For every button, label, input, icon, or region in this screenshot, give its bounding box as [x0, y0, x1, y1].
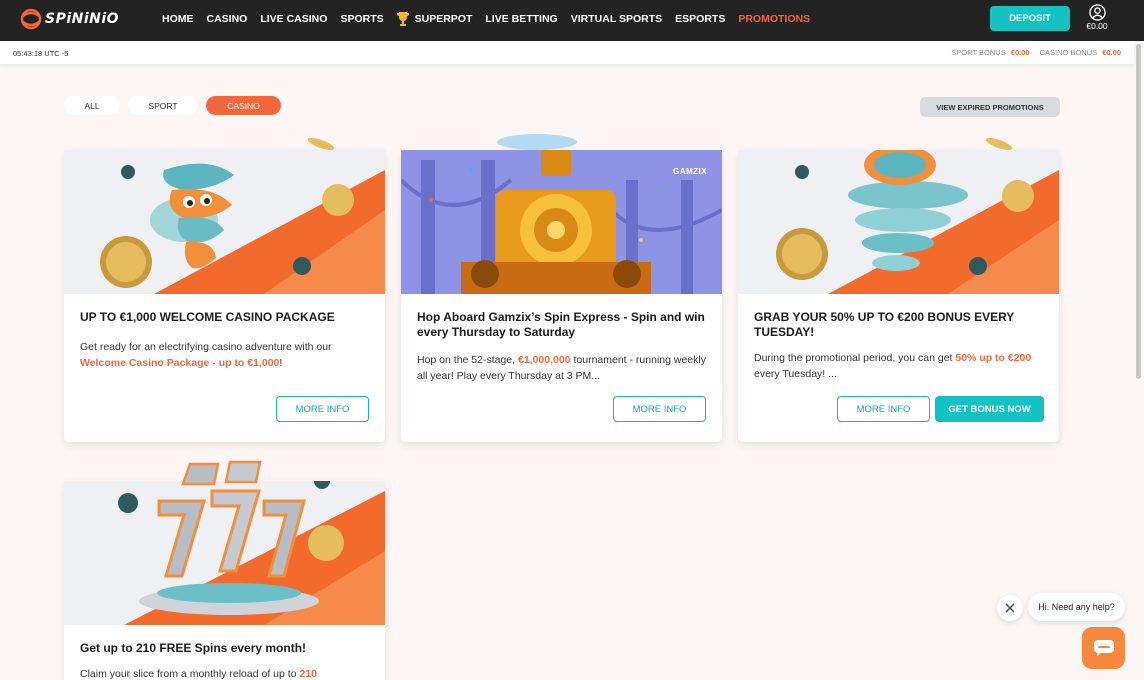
page-scrollbar[interactable] — [1136, 44, 1141, 379]
coin-decor-icon — [307, 137, 335, 151]
trophy-icon — [396, 11, 409, 26]
promo-description-text: Claim your slice from a monthly reload o… — [80, 668, 300, 680]
user-icon — [1088, 4, 1106, 21]
more-info-button[interactable]: MORE INFO — [276, 396, 369, 422]
nav-live-betting[interactable]: LIVE BETTING — [485, 13, 557, 25]
nav-promotions[interactable]: PROMOTIONS — [738, 13, 810, 25]
promo-description-tail: every Tuesday! ... — [754, 368, 837, 380]
filter-casino[interactable]: CASINO — [206, 96, 281, 115]
promo-description-text: Get ready for an electrifying casino adv… — [80, 341, 332, 353]
nav-casino[interactable]: CASINO — [207, 13, 248, 25]
nav-sports[interactable]: SPORTS — [340, 13, 383, 25]
deposit-button[interactable]: DEPOSIT — [990, 6, 1070, 31]
nav-home[interactable]: HOME — [162, 13, 194, 25]
promo-highlight: €1,000,000 — [518, 354, 571, 366]
promo-title: Hop Aboard Gamzix’s Spin Express - Spin … — [417, 310, 705, 339]
promo-highlight: 50% up to €200 — [955, 352, 1032, 364]
filter-all[interactable]: ALL — [64, 96, 120, 115]
clock: 05:43:18 UTC -5 — [13, 49, 69, 58]
promo-highlight: 210 — [299, 668, 317, 680]
promo-description: Claim your slice from a monthly reload o… — [80, 666, 372, 680]
nav-superpot-label: SUPERPOT — [414, 12, 473, 25]
more-info-button[interactable]: MORE INFO — [837, 396, 930, 422]
chat-close-button[interactable] — [997, 595, 1023, 621]
logo-mark-icon — [20, 8, 42, 30]
promo-description-text: During the promotional period, you can g… — [754, 352, 956, 364]
casino-bonus: CASINO BONUS €0.00 — [1040, 48, 1121, 57]
nav-live-casino[interactable]: LIVE CASINO — [260, 13, 327, 25]
main-nav: HOME CASINO LIVE CASINO SPORTS SUPERPOT … — [162, 0, 823, 37]
status-bar: 05:43:18 UTC -5 SPORT BONUS €0.00 CASINO… — [0, 41, 1134, 65]
sport-bonus-label: SPORT BONUS — [951, 48, 1006, 57]
promo-card-welcome: UP TO €1,000 WELCOME CASINO PACKAGE Get … — [64, 150, 385, 442]
get-bonus-now-button[interactable]: GET BONUS NOW — [935, 396, 1044, 422]
nav-esports[interactable]: ESPORTS — [675, 13, 725, 25]
logo[interactable]: SPiNiNiO — [20, 8, 119, 30]
casino-bonus-label: CASINO BONUS — [1039, 48, 1098, 57]
promo-card-spin-express: GAMZIX Hop Aboard Gamzix’s Spin Express … — [401, 150, 722, 442]
promo-description-text: Hop on the 52-stage, — [417, 354, 518, 366]
promo-description: Get ready for an electrifying casino adv… — [80, 339, 372, 371]
nav-superpot[interactable]: SUPERPOT — [396, 11, 473, 27]
view-expired-promotions-button[interactable]: VIEW EXPIRED PROMOTIONS — [920, 97, 1060, 117]
banner-brand-text: GAMZIX — [673, 167, 708, 176]
sport-bonus: SPORT BONUS €0.00 — [951, 48, 1029, 57]
promo-description: During the promotional period, you can g… — [754, 350, 1046, 382]
bonus-balances: SPORT BONUS €0.00 CASINO BONUS €0.00 — [941, 48, 1121, 57]
promo-highlight: Welcome Casino Package - up to €1,000 — [80, 357, 280, 369]
promo-banner-chip-tornado[interactable] — [738, 150, 1059, 294]
close-icon — [1005, 603, 1015, 613]
promo-description: Hop on the 52-stage, €1,000,000 tourname… — [417, 352, 709, 384]
chat-greeting[interactable]: Hi. Need any help? — [1028, 593, 1125, 621]
account-balance: €0.00 — [1086, 21, 1108, 31]
promo-title: GRAB YOUR 50% UP TO €200 BONUS EVERY TUE… — [754, 310, 1015, 339]
sport-bonus-value: €0.00 — [1010, 48, 1030, 57]
logo-text: SPiNiNiO — [45, 11, 120, 27]
promo-card-tuesday-bonus: GRAB YOUR 50% UP TO €200 BONUS EVERY TUE… — [738, 150, 1059, 442]
chat-icon — [1093, 640, 1114, 656]
top-header: SPiNiNiO HOME CASINO LIVE CASINO SPORTS … — [0, 0, 1144, 41]
seven-tops-decor-icon — [181, 460, 262, 486]
promo-title: UP TO €1,000 WELCOME CASINO PACKAGE — [80, 310, 335, 324]
account-menu[interactable]: €0.00 — [1082, 4, 1112, 31]
promo-card-free-spins: Get up to 210 FREE Spins every month! Cl… — [64, 481, 385, 680]
promo-title: Get up to 210 FREE Spins every month! — [80, 641, 307, 655]
promo-banner-777[interactable] — [64, 481, 385, 625]
chat-launcher-button[interactable] — [1082, 627, 1125, 669]
more-info-button[interactable]: MORE INFO — [613, 396, 706, 422]
nav-virtual-sports[interactable]: VIRTUAL SPORTS — [571, 13, 662, 25]
coin-decor-icon — [985, 137, 1013, 151]
casino-bonus-value: €0.00 — [1102, 48, 1121, 57]
smoke-decor-icon — [497, 134, 577, 150]
promo-description-tail: ! — [279, 357, 283, 369]
promo-banner-tornado[interactable] — [64, 150, 385, 294]
filter-sport[interactable]: SPORT — [128, 96, 198, 115]
